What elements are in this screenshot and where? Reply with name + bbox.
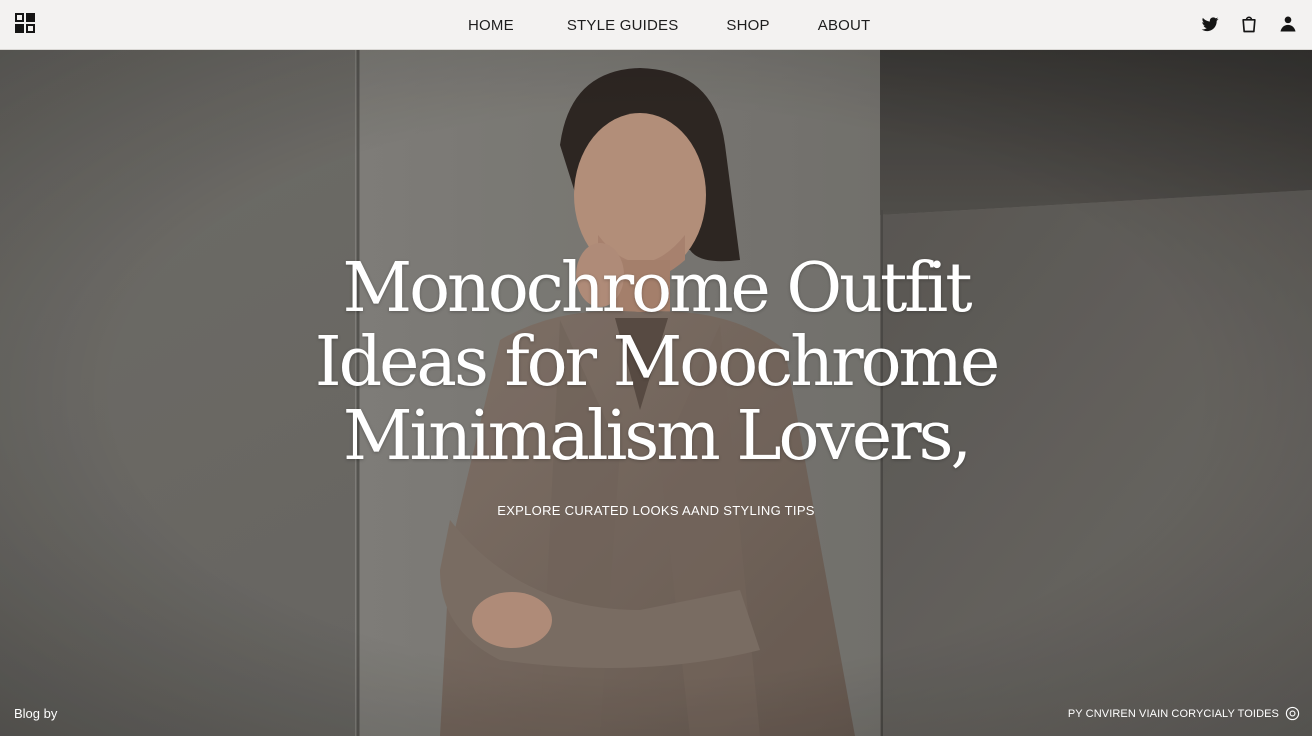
nav-shop-link[interactable]: SHOP	[726, 17, 769, 34]
user-icon[interactable]	[1278, 14, 1298, 34]
brand-logo-icon[interactable]	[14, 12, 36, 34]
copyright-icon	[1285, 706, 1300, 721]
top-navigation: HOME STYLE GUIDES SHOP ABOUT	[0, 0, 1312, 50]
nav-about-link[interactable]: ABOUT	[818, 17, 871, 34]
hero-headline-line-1: Monochrome Outfit	[342, 249, 972, 328]
hero-headline: Monochrome Outfit Ideas for Moochrome Mi…	[0, 252, 1312, 474]
nav-home-link[interactable]: HOME	[468, 17, 514, 34]
nav-actions	[1200, 14, 1298, 34]
blog-by-credit: Blog by	[14, 706, 58, 721]
hero-subheadline: EXPLORE CURATED LOOKS AAND STYLING TIPS	[497, 503, 815, 518]
footer-credit: PY CNVIREN VIAIN CORYCIALY TOIDES	[1068, 706, 1300, 721]
nav-style-guides-link[interactable]: STYLE GUIDES	[567, 17, 679, 34]
hero-headline-line-2: Ideas for Moochrome	[314, 323, 1000, 402]
main-menu: HOME STYLE GUIDES SHOP ABOUT	[468, 0, 870, 50]
footer-credit-text: PY CNVIREN VIAIN CORYCIALY TOIDES	[1067, 707, 1279, 720]
shopping-bag-icon[interactable]	[1239, 14, 1259, 34]
hero-headline-line-3: Minimalism Lovers,	[342, 397, 972, 476]
page: HOME STYLE GUIDES SHOP ABOUT Monochrome …	[0, 0, 1312, 736]
twitter-icon[interactable]	[1200, 14, 1220, 34]
